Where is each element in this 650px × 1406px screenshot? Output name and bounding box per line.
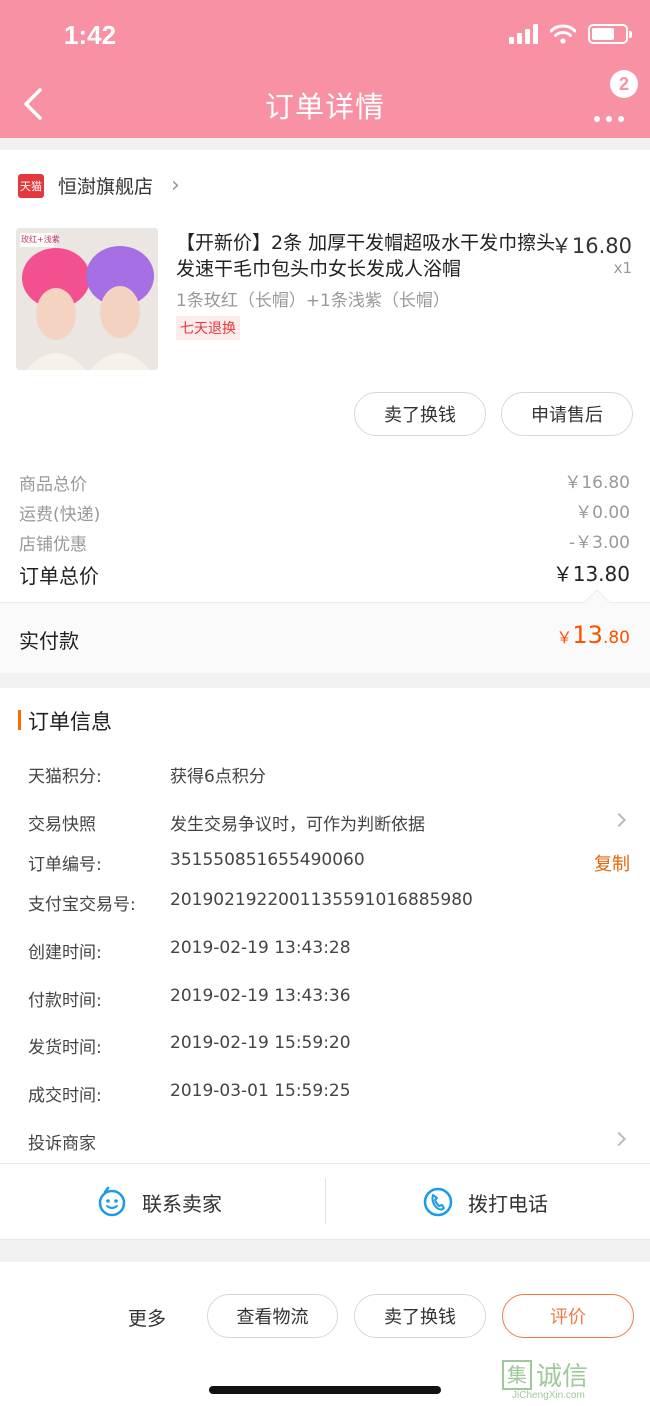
battery-icon: [588, 24, 632, 44]
more-button[interactable]: 更多: [128, 1304, 166, 1331]
actual-payment-label: 实付款: [19, 629, 79, 653]
created-time-value: 2019-02-19 13:43:28: [170, 938, 351, 958]
product-sku: 1条玫红（长帽）+1条浅紫（长帽）: [176, 291, 450, 311]
call-phone-button[interactable]: 拨打电话: [422, 1186, 548, 1218]
payment-time-value: 2019-02-19 13:43:36: [170, 986, 351, 1006]
actual-payment-row: 实付款 ￥13.80: [0, 589, 650, 673]
actual-payment-value: ￥13.80: [556, 621, 630, 649]
page-title: 订单详情: [264, 90, 385, 124]
section-accent-bar: [18, 710, 21, 730]
goods-total-label: 商品总价: [19, 475, 87, 495]
completed-time-label: 成交时间:: [28, 1086, 102, 1106]
snapshot-value[interactable]: 发生交易争议时，可作为判断依据: [170, 810, 425, 835]
product-image[interactable]: 玫红+浅紫: [16, 228, 158, 370]
watermark-logo: 集 诚信 JiChengXin.com: [502, 1356, 642, 1406]
product-quantity: x1: [613, 259, 632, 277]
chevron-right-icon: ›: [171, 173, 180, 198]
chat-face-icon: [98, 1186, 126, 1217]
cellular-signal-icon: [509, 24, 538, 44]
snapshot-label[interactable]: 交易快照: [28, 810, 96, 835]
points-value: 获得6点积分: [170, 767, 266, 787]
shop-discount-label: 店铺优惠: [19, 535, 87, 555]
sell-for-cash-button[interactable]: 卖了换钱: [354, 392, 486, 436]
shipped-time-value: 2019-02-19 15:59:20: [170, 1033, 351, 1053]
message-badge: 2: [610, 70, 638, 98]
order-info-title: 订单信息: [28, 710, 112, 734]
points-label: 天猫积分:: [28, 767, 102, 787]
wifi-icon: [550, 24, 576, 44]
watermark-site: JiChengXin.com: [512, 1390, 585, 1401]
order-number-value: 351550851655490060: [170, 850, 365, 870]
payment-time-label: 付款时间:: [28, 991, 102, 1011]
complain-seller-link[interactable]: 投诉商家: [28, 1129, 96, 1154]
home-indicator[interactable]: [209, 1386, 441, 1394]
after-sale-button[interactable]: 申请售后: [501, 392, 633, 436]
shipping-fee-value: ￥0.00: [575, 503, 630, 523]
sell-for-cash-bottom-button[interactable]: 卖了换钱: [354, 1294, 486, 1338]
review-button[interactable]: 评价: [502, 1294, 634, 1338]
tmall-icon: 天猫: [18, 173, 44, 198]
status-icons: [509, 24, 632, 44]
order-number-label: 订单编号:: [28, 855, 102, 875]
more-dots-icon: [594, 116, 624, 122]
shop-row[interactable]: 天猫 恒澍旗舰店 ›: [18, 172, 180, 199]
shop-discount-value: -￥3.00: [569, 533, 630, 553]
status-time: 1:42: [64, 20, 117, 50]
goods-total-value: ￥16.80: [564, 473, 630, 493]
contact-seller-button[interactable]: 联系卖家: [96, 1186, 222, 1218]
order-total-label: 订单总价: [19, 564, 99, 588]
call-phone-label: 拨打电话: [468, 1191, 548, 1216]
contact-divider: [325, 1178, 326, 1224]
product-photo-illustration: [16, 228, 158, 370]
product-card: [0, 150, 650, 602]
created-time-label: 创建时间:: [28, 943, 102, 963]
product-price: ￥16.80: [550, 234, 632, 258]
shipped-time-label: 发货时间:: [28, 1038, 102, 1058]
copy-order-number-button[interactable]: 复制: [594, 850, 630, 876]
product-title[interactable]: 【开新价】2条 加厚干发帽超吸水干发巾擦头发速干毛巾包头巾女长发成人浴帽: [176, 230, 556, 282]
contact-bar: 联系卖家 拨打电话: [0, 1163, 650, 1240]
payment-amount-int: 13: [572, 621, 603, 649]
shop-name: 恒澍旗舰店: [58, 176, 154, 198]
payment-amount-dec: .80: [602, 628, 630, 648]
phone-icon: [423, 1187, 453, 1217]
order-total-value: ￥13.80: [552, 562, 630, 586]
payment-currency: ￥: [556, 628, 573, 647]
contact-seller-label: 联系卖家: [142, 1191, 222, 1216]
watermark-box: 集: [502, 1360, 532, 1390]
return-policy-badge: 七天退换: [176, 316, 240, 340]
product-image-tag: 玫红+浅紫: [21, 235, 60, 244]
alipay-trade-value: 2019021922001135591016885980: [170, 890, 473, 910]
view-logistics-button[interactable]: 查看物流: [207, 1294, 338, 1338]
completed-time-value: 2019-03-01 15:59:25: [170, 1081, 351, 1101]
app-header: 1:42 订单详情 2: [0, 0, 650, 138]
watermark-text: 诚信: [536, 1362, 589, 1392]
alipay-trade-label: 支付宝交易号:: [28, 895, 136, 915]
shipping-fee-label: 运费(快递): [19, 505, 101, 525]
